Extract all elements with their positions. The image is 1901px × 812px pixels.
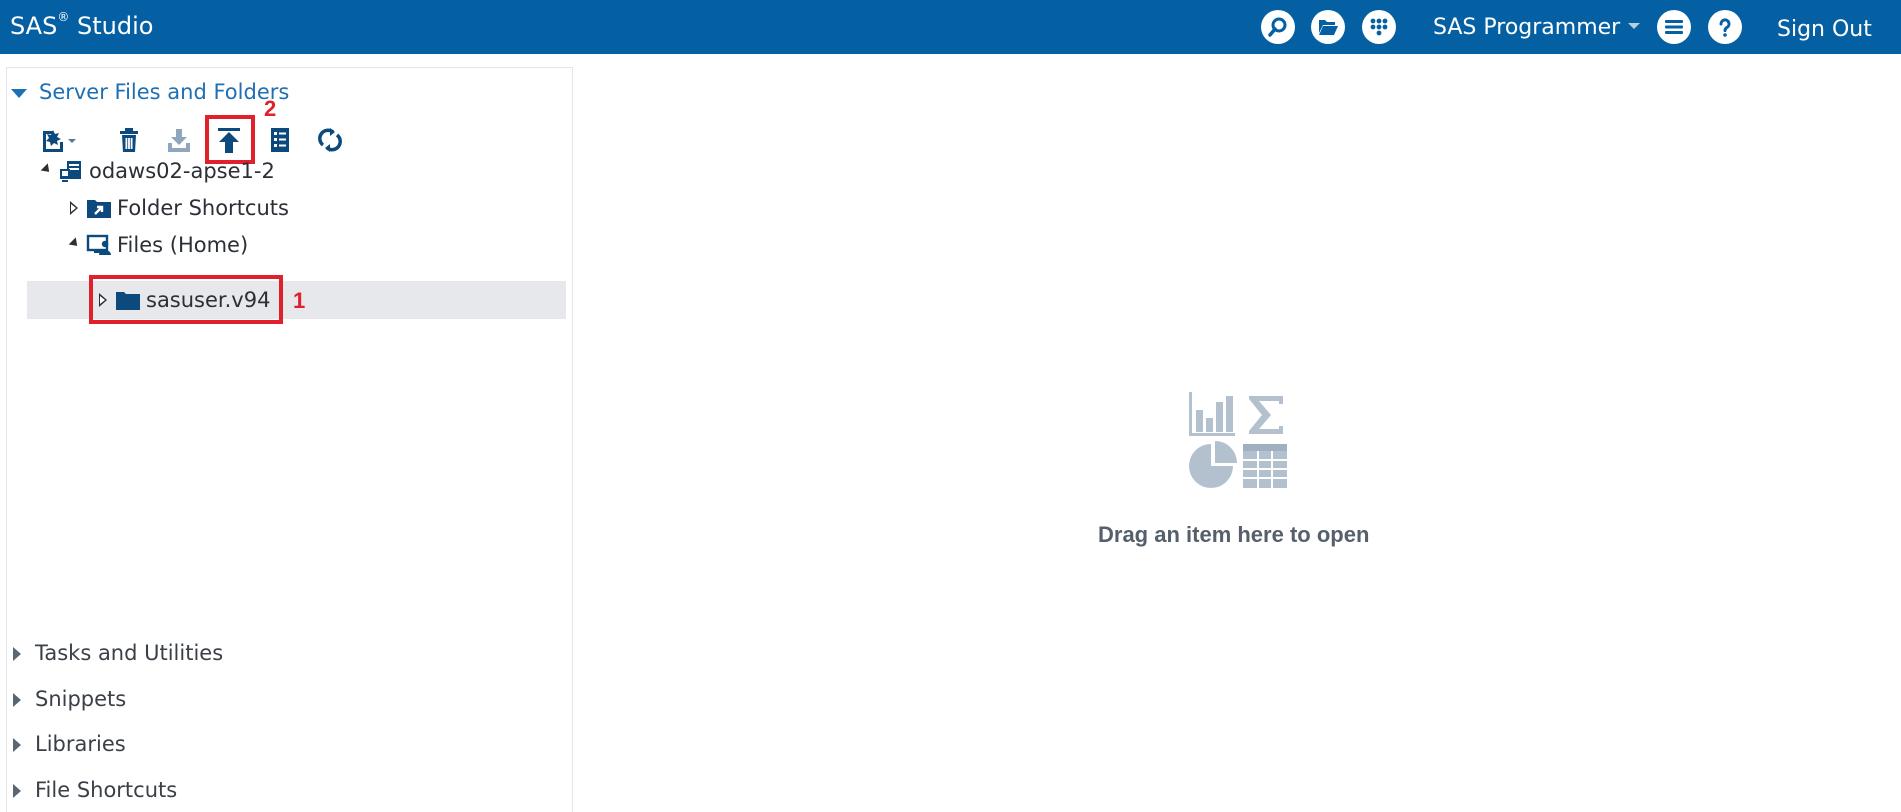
sign-out-link[interactable]: Sign Out — [1777, 17, 1872, 42]
perspective-menu[interactable]: SAS Programmer — [1433, 15, 1641, 40]
chevron-right-icon — [13, 738, 21, 752]
annotation-number-1: 1 — [293, 288, 306, 313]
snippets-header[interactable]: Snippets — [13, 687, 126, 711]
server-files-header[interactable]: Server Files and Folders — [11, 80, 289, 104]
tree-node-folder-shortcuts[interactable]: Folder Shortcuts — [63, 191, 289, 225]
drop-hint-text: Drag an item here to open — [1098, 522, 1370, 547]
table-icon — [1243, 444, 1287, 488]
refresh-icon[interactable] — [313, 123, 347, 157]
chevron-right-icon — [13, 784, 21, 798]
apps-grid-icon[interactable] — [1362, 10, 1396, 44]
top-bar: SAS® Studio SAS Programmer Sign Out — [0, 0, 1901, 54]
chevron-down-icon — [1628, 23, 1641, 29]
expanded-arrow-icon[interactable] — [68, 236, 81, 249]
annotation-number-2: 2 — [264, 96, 277, 121]
pie-chart-icon — [1189, 441, 1237, 488]
expanded-arrow-icon[interactable] — [40, 162, 53, 175]
download-icon — [162, 123, 196, 157]
folder-shortcut-icon — [85, 195, 113, 221]
properties-icon[interactable] — [263, 123, 297, 157]
open-folder-icon[interactable] — [1311, 10, 1345, 44]
collapsed-arrow-icon[interactable] — [70, 201, 78, 215]
delete-icon[interactable] — [112, 123, 146, 157]
chevron-right-icon — [13, 693, 21, 707]
chevron-right-icon — [13, 647, 21, 661]
new-item-icon[interactable] — [35, 123, 83, 157]
libraries-header[interactable]: Libraries — [13, 732, 126, 756]
bar-chart-icon — [1189, 392, 1235, 436]
file-shortcuts-header[interactable]: File Shortcuts — [13, 778, 177, 802]
sigma-icon — [1249, 396, 1283, 434]
home-files-icon — [85, 232, 113, 258]
tree-node-files-home[interactable]: Files (Home) — [63, 228, 248, 262]
tree-node-label: Folder Shortcuts — [117, 196, 289, 220]
search-icon[interactable] — [1261, 10, 1295, 44]
server-icon — [57, 158, 85, 184]
navigation-pane: Server Files and Folders 2 odaws02-apse1… — [6, 67, 573, 812]
menu-list-icon[interactable] — [1657, 10, 1691, 44]
tree-node-server[interactable]: odaws02-apse1-2 — [35, 154, 275, 188]
tree-node-label: odaws02-apse1-2 — [89, 159, 275, 183]
tasks-and-utilities-header[interactable]: Tasks and Utilities — [13, 641, 223, 665]
chevron-down-icon — [11, 88, 27, 98]
drop-placeholder-icons — [1187, 388, 1291, 492]
help-icon[interactable] — [1708, 10, 1742, 44]
annotation-box-1 — [89, 275, 283, 324]
tree-node-label: Files (Home) — [117, 233, 249, 257]
app-title: SAS® Studio — [10, 10, 154, 40]
